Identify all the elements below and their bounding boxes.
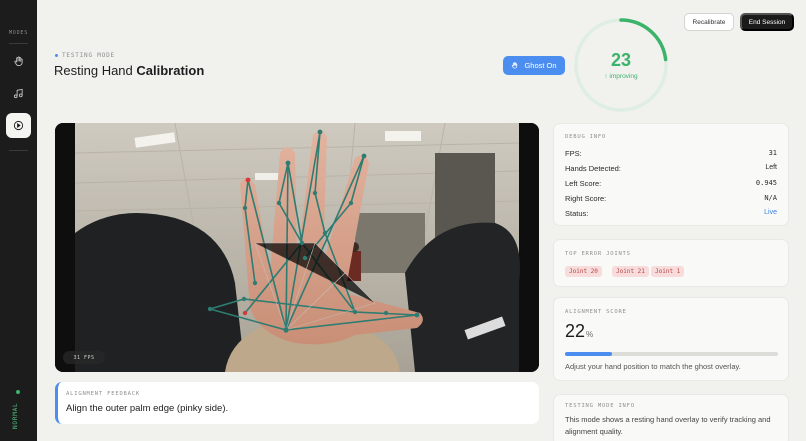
camera-scene — [55, 123, 539, 372]
page-title: Resting Hand Calibration — [54, 63, 204, 78]
alignment-feedback-message: Align the outer palm edge (pinky side). — [66, 403, 229, 414]
status-text: NORMAL — [12, 402, 19, 429]
alignment-score-number: 22 — [565, 321, 586, 341]
debug-key: Left Score: — [565, 179, 602, 188]
sidebar-mode-label: MODES — [8, 30, 29, 36]
sidebar-item-hand[interactable] — [6, 49, 31, 74]
alignment-score-label: ALIGNMENT SCORE — [565, 309, 627, 315]
error-joints-label: TOP ERROR JOINTS — [565, 251, 631, 257]
error-joint-chip: Joint 1 — [651, 266, 685, 277]
error-joint-chip: Joint 21 — [612, 266, 649, 277]
hand-icon — [14, 56, 23, 67]
alignment-score-hint: Adjust your hand position to match the g… — [565, 362, 741, 371]
debug-row: Left Score: 0.945 — [565, 179, 777, 188]
hand-icon — [512, 62, 518, 69]
alignment-feedback-card: ALIGNMENT FEEDBACK Align the outer palm … — [55, 382, 539, 424]
play-circle-icon — [13, 120, 24, 131]
sidebar-divider — [9, 150, 28, 151]
fps-chip: 31 FPS — [63, 351, 105, 364]
ghost-toggle-label: Ghost On — [524, 61, 557, 70]
debug-info-label: DEBUG INFO — [565, 134, 607, 140]
sidebar-divider — [9, 43, 28, 44]
debug-value: 0.945 — [755, 179, 777, 187]
debug-row: Right Score: N/A — [565, 194, 777, 203]
end-session-button[interactable]: End Session — [740, 13, 794, 31]
sidebar-item-music[interactable] — [6, 81, 31, 106]
debug-value: 31 — [768, 149, 777, 157]
mode-tag-text: TESTING MODE — [62, 52, 115, 59]
debug-info-panel: DEBUG INFO FPS: 31 Hands Detected: Left Le… — [553, 123, 789, 226]
alignment-score-panel: ALIGNMENT SCORE 22% Adjust your hand pos… — [553, 297, 789, 381]
sidebar: MODES NORMAL — [0, 0, 37, 441]
debug-value: Left — [765, 164, 777, 171]
alignment-score-bar — [565, 352, 778, 356]
debug-value: N/A — [764, 194, 777, 202]
debug-key: FPS: — [565, 149, 582, 158]
status-dot — [16, 390, 20, 394]
mode-tag: TESTING MODE — [55, 52, 115, 59]
debug-key: Right Score: — [565, 194, 607, 203]
ghost-toggle-button[interactable]: Ghost On — [503, 56, 565, 75]
alignment-feedback-label: ALIGNMENT FEEDBACK — [66, 391, 141, 397]
debug-row: Status: Live — [565, 209, 777, 218]
error-joint-chip: Joint 20 — [565, 266, 602, 277]
debug-row: FPS: 31 — [565, 149, 777, 158]
page-title-regular: Resting Hand — [54, 63, 137, 78]
debug-key: Status: — [565, 209, 589, 218]
music-note-icon — [13, 88, 23, 99]
alignment-score-fill — [565, 352, 612, 356]
debug-key: Hands Detected: — [565, 164, 621, 173]
debug-status-value: Live — [764, 209, 777, 216]
progress-ring-trend: ↑ improving — [604, 73, 638, 80]
debug-row: Hands Detected: Left — [565, 164, 777, 173]
testing-mode-info-panel: TESTING MODE INFO This mode shows a rest… — [553, 394, 789, 441]
testing-mode-info-label: TESTING MODE INFO — [565, 403, 635, 409]
sidebar-item-testing[interactable] — [6, 113, 31, 138]
testing-mode-info-text: This mode shows a resting hand overlay t… — [565, 415, 771, 436]
camera-feed: 31 FPS — [55, 123, 539, 372]
recalibrate-button[interactable]: Recalibrate — [684, 13, 734, 31]
progress-ring-value: 23 — [610, 50, 632, 70]
mode-tag-dot — [55, 54, 58, 57]
error-joints-panel: TOP ERROR JOINTS Joint 20 Joint 21 Joint… — [553, 239, 789, 287]
page-title-bold: Calibration — [136, 63, 205, 78]
alignment-score-value: 22% — [565, 321, 593, 342]
alignment-score-unit: % — [586, 330, 594, 339]
